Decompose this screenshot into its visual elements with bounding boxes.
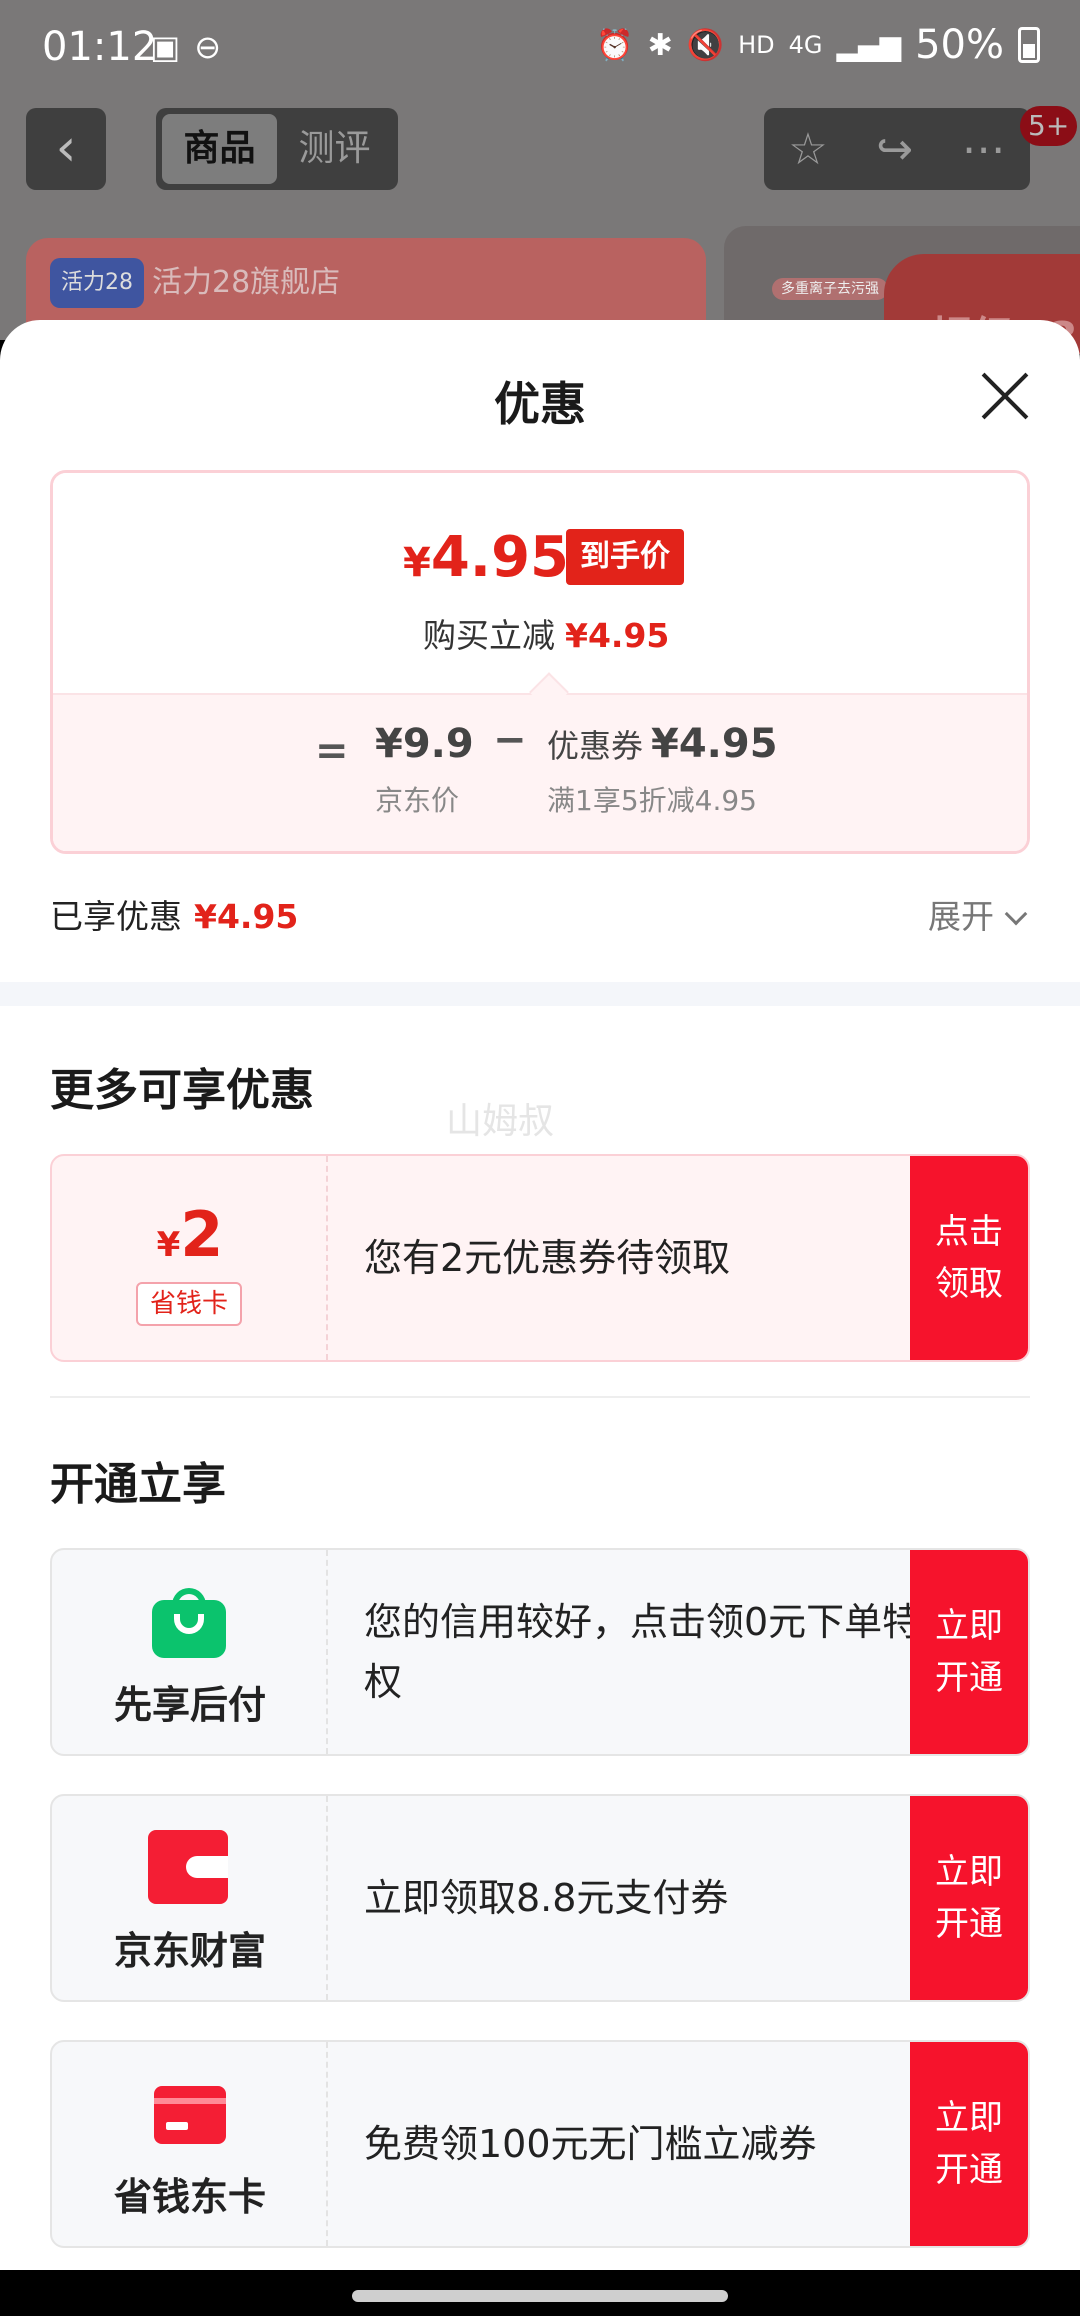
star-icon[interactable]: ☆: [788, 124, 827, 175]
share-icon[interactable]: ↪: [876, 124, 913, 175]
back-button[interactable]: ‹: [26, 108, 106, 190]
section-divider: [0, 982, 1080, 1006]
network-label: 4G: [788, 31, 823, 59]
coupon-label: 优惠券: [547, 727, 644, 765]
enjoyed-label: 已享优惠: [50, 897, 182, 936]
reduce-line: 购买立减 ¥4.95: [423, 609, 669, 657]
benefit-text: 立即领取8.8元支付券: [364, 1876, 729, 1920]
enjoyed-value: ¥4.95: [194, 897, 299, 936]
benefit-text: 免费领100元无门槛立减券: [364, 2122, 817, 2166]
message-badge: 5+: [1020, 106, 1078, 146]
final-price-value: 4.95: [430, 525, 570, 590]
final-price-tag: 到手价: [566, 529, 684, 585]
benefit-card-wealth: 京东财富 立即领取8.8元支付券 立即开通: [50, 1794, 1030, 2002]
close-icon[interactable]: [980, 372, 1030, 422]
discount-sheet: 优惠 ¥4.95 到手价 购买立减 ¥4.95 = ¥9.9 京东价 − 优惠券 ¥…: [0, 320, 1080, 2270]
final-price: ¥4.95: [403, 525, 569, 590]
status-right: ⏰ ✱ 🔇 HD 4G ▂▄▆ 50%: [596, 22, 1040, 68]
jd-price-label: 京东价: [375, 784, 460, 817]
alarm-icon: ⏰: [596, 27, 634, 63]
bluetooth-icon: ✱: [647, 27, 673, 63]
more-icon[interactable]: ⋯: [962, 124, 1006, 175]
status-time: 01:12: [42, 24, 158, 70]
sheet-title: 优惠: [494, 377, 586, 431]
dnd-icon: ⊖: [194, 28, 222, 66]
signal-icon: ▂▄▆: [836, 28, 902, 62]
expand-button[interactable]: 展开: [928, 890, 1028, 938]
green-bag-icon: [152, 1588, 226, 1658]
open-button-wealth[interactable]: 立即开通: [910, 1796, 1028, 2000]
coupon-value: ¥4.95: [651, 721, 778, 767]
battery-icon: [1018, 27, 1040, 63]
card-icon: [154, 2086, 226, 2144]
chevron-down-icon: [1004, 902, 1028, 926]
status-notification-icons: ▣ ⊖: [150, 28, 221, 66]
jd-price: ¥9.9: [375, 721, 474, 767]
claim-button[interactable]: 点击领取: [910, 1156, 1028, 1360]
tab-review[interactable]: 测评: [277, 114, 392, 184]
status-bar: 01:12 ▣ ⊖ ⏰ ✱ 🔇 HD 4G ▂▄▆ 50%: [0, 0, 1080, 96]
store-logo: 活力28: [50, 258, 144, 308]
price-bottom: [53, 693, 1027, 851]
benefit-name: 省钱东卡: [113, 2175, 266, 2219]
benefit-name: 先享后付: [113, 1683, 266, 1727]
benefit-card-pay-later: 先享后付 您的信用较好，点击领0元下单特权 立即开通: [50, 1548, 1030, 1756]
benefit-card-saver: 省钱东卡 免费领100元无门槛立减券 立即开通: [50, 2040, 1030, 2248]
coupon-amount: ¥2: [52, 1198, 328, 1271]
benefit-name: 京东财富: [113, 1929, 266, 1973]
minus-sign: −: [493, 717, 527, 763]
thin-divider: [50, 1396, 1030, 1398]
open-benefits-title: 开通立享: [50, 1459, 226, 1510]
coupon-text: 您有2元优惠券待领取: [364, 1236, 731, 1280]
currency-symbol: ¥: [403, 540, 431, 586]
watermark: 山姆叔: [446, 1101, 555, 1142]
chevron-left-icon: ‹: [55, 118, 77, 178]
image-icon: ▣: [150, 28, 181, 66]
system-nav-bar: [0, 2270, 1080, 2316]
tab-product[interactable]: 商品: [162, 114, 277, 184]
benefit-text: 您的信用较好，点击领0元下单特权: [364, 1600, 921, 1704]
hd-label: HD: [738, 31, 775, 59]
enjoyed-discount: 已享优惠 ¥4.95: [50, 890, 298, 938]
coupon-amount-value: 2: [180, 1198, 224, 1271]
expand-label: 展开: [928, 897, 994, 936]
coupon-desc: 满1享5折减4.95: [547, 784, 757, 817]
battery-percent: 50%: [915, 22, 1004, 68]
more-discounts-title: 更多可享优惠: [50, 1065, 314, 1116]
coupon-type-tag: 省钱卡: [136, 1282, 242, 1326]
wealth-icon: [148, 1830, 228, 1904]
mute-icon: 🔇: [686, 27, 725, 63]
top-actions: ☆ ↪ ⋯: [764, 108, 1030, 190]
open-button-saver[interactable]: 立即开通: [910, 2042, 1028, 2246]
open-button-pay-later[interactable]: 立即开通: [910, 1550, 1028, 1754]
top-tabs: 商品 测评: [156, 108, 398, 190]
home-handle[interactable]: [352, 2290, 728, 2302]
reduce-value: ¥4.95: [565, 616, 670, 655]
price-breakdown-box: ¥4.95 到手价 购买立减 ¥4.95 = ¥9.9 京东价 − 优惠券 ¥4.9…: [50, 470, 1030, 854]
reduce-label: 购买立减: [423, 616, 555, 655]
coupon-currency: ¥: [156, 1225, 181, 1265]
store-name: 活力28旗舰店: [152, 265, 341, 300]
equals-sign: =: [315, 728, 349, 774]
coupon-line: 优惠券 ¥4.95: [547, 721, 778, 767]
coupon-card: ¥2 省钱卡 您有2元优惠券待领取 点击领取: [50, 1154, 1030, 1362]
promo-pill: 多重离子去污强: [772, 278, 888, 300]
